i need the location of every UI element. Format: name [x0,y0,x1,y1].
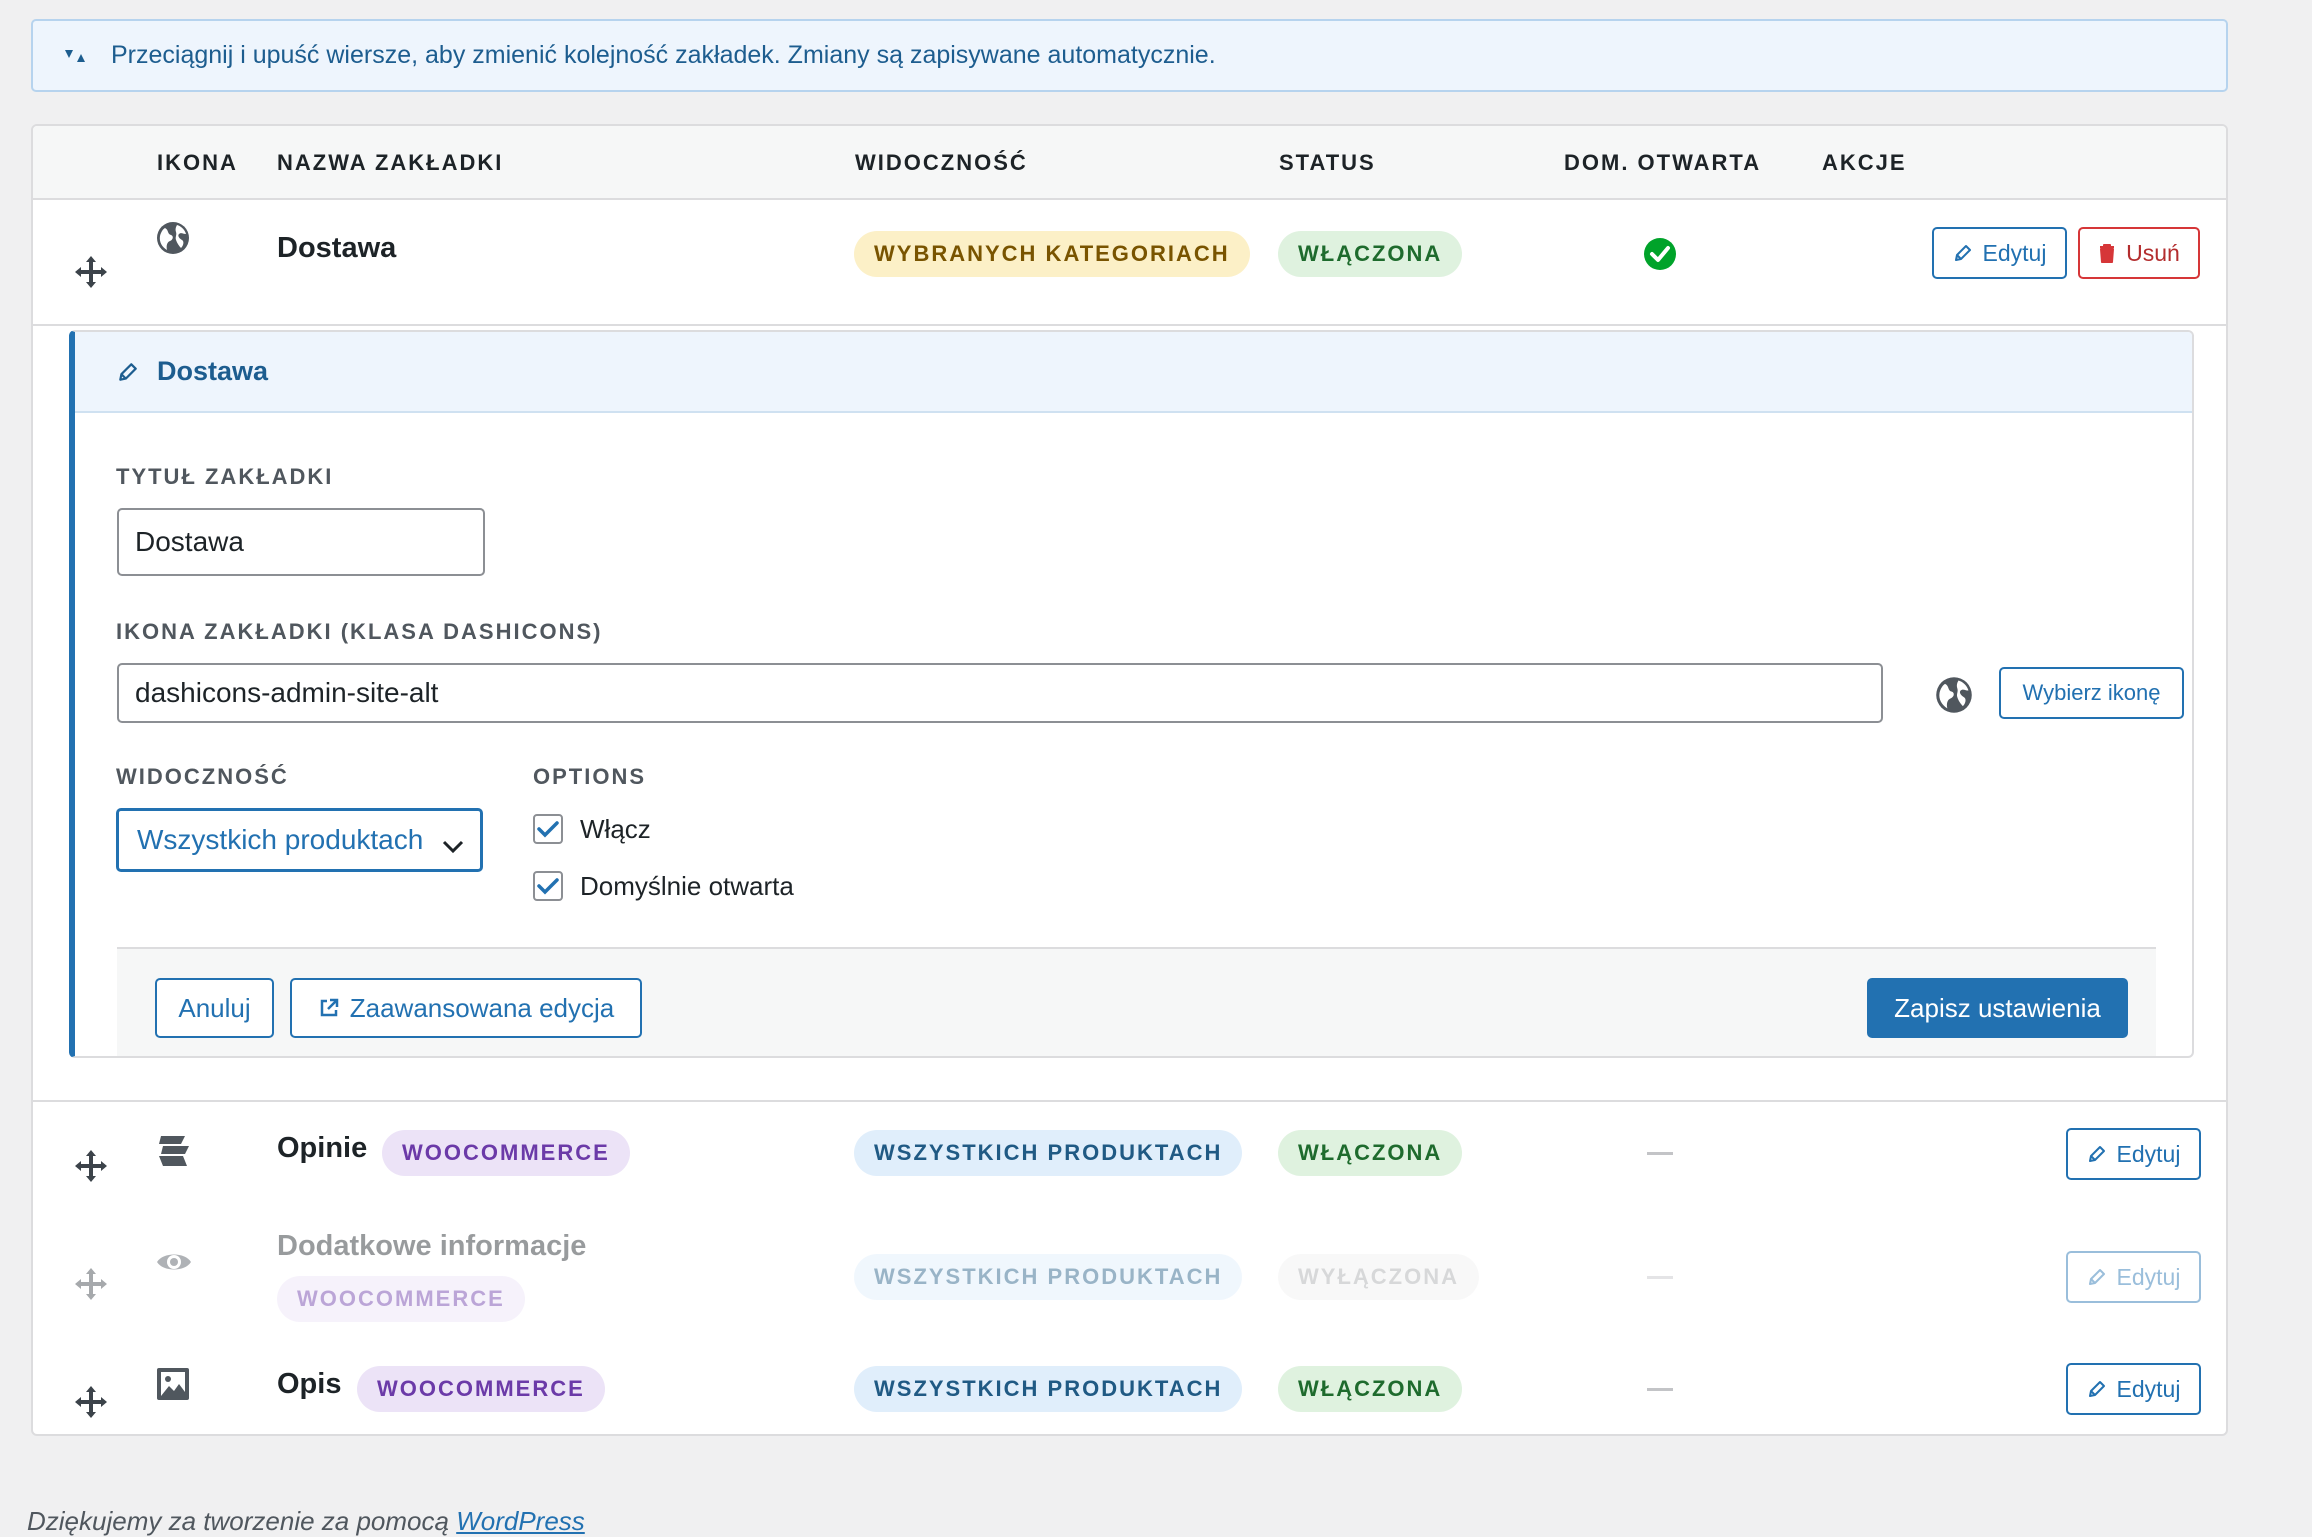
options-label: OPTIONS [533,764,647,789]
woocommerce-badge: WOOCOMMERCE [357,1366,605,1412]
default-open-checkbox[interactable] [533,871,563,901]
title-input[interactable] [117,508,485,576]
globe-icon [1934,675,1974,720]
eye-icon [155,1248,193,1281]
default-open-none [1647,1388,1673,1391]
visibility-select-value: Wszystkich produktach [137,824,424,855]
pencil-icon [2088,1146,2105,1162]
enable-checkbox[interactable] [533,814,563,844]
table-row-dostawa: Dostawa WYBRANYCH KATEGORIACH WŁĄCZONA E… [33,200,2226,326]
pencil-icon [2088,1269,2105,1285]
pencil-icon [2088,1381,2105,1397]
save-settings-button[interactable]: Zapisz ustawienia [1867,978,2128,1038]
drag-handle-icon[interactable] [73,1384,109,1425]
cancel-button[interactable]: Anuluj [155,978,274,1038]
woocommerce-badge: WOOCOMMERCE [277,1276,525,1322]
default-open-none [1647,1152,1673,1155]
status-badge: WŁĄCZONA [1278,1366,1463,1412]
choose-icon-button[interactable]: Wybierz ikonę [1999,667,2184,719]
checkmark-icon [537,878,559,895]
tab-editor-panel: Dostawa TYTUŁ ZAKŁADKI IKONA ZAKŁADKI (K… [69,330,2194,1058]
icon-field-label: IKONA ZAKŁADKI (KLASA DASHICONS) [116,619,603,644]
icon-class-input[interactable] [117,663,1883,723]
delete-button-label: Usuń [2126,239,2180,266]
visibility-badge: WYBRANYCH KATEGORIACH [854,231,1250,277]
header-status: STATUS [1279,150,1376,175]
table-row-dodatkowe-informacje: Dodatkowe informacje WOOCOMMERCE WSZYSTK… [33,1214,2226,1344]
advanced-edit-button[interactable]: Zaawansowana edycja [290,978,642,1038]
external-link-icon [320,998,338,1017]
footer-credit: Dziękujemy za tworzenie za pomocą WordPr… [27,1506,585,1537]
status-badge: WŁĄCZONA [1278,1130,1463,1176]
edit-button-label: Edytuj [1982,239,2047,266]
header-name: NAZWA ZAKŁADKI [277,150,504,175]
drag-handle-icon[interactable] [73,1148,109,1189]
edit-button[interactable]: Edytuj [2066,1251,2201,1303]
tab-name: Dostawa [277,232,397,264]
editor-header: Dostawa [75,332,2192,413]
visibility-badge: WSZYSTKICH PRODUKTACH [854,1130,1243,1176]
check-circle-icon [1643,237,1677,276]
tab-name: Opinie [277,1132,368,1164]
visibility-select[interactable]: Wszystkich produktach [116,808,483,872]
collapse-toggle-icon[interactable] [63,47,91,65]
image-icon [155,1366,191,1407]
checkmark-icon [537,821,559,838]
edit-button-label: Edytuj [2116,1375,2181,1402]
header-visibility: WIDOCZNOŚĆ [855,150,1028,175]
table-header: IKONA NAZWA ZAKŁADKI WIDOCZNOŚĆ STATUS D… [33,126,2226,200]
pencil-icon [1954,245,1971,261]
status-badge: WYŁĄCZONA [1278,1254,1479,1300]
header-default-open: DOM. OTWARTA [1564,150,1762,175]
edit-button-label: Edytuj [2116,1263,2181,1290]
enable-checkbox-label: Włącz [580,814,651,844]
edit-button-label: Edytuj [2116,1140,2181,1167]
status-badge: WŁĄCZONA [1278,231,1463,277]
visibility-badge: WSZYSTKICH PRODUKTACH [854,1366,1243,1412]
info-notice: Przeciągnij i upuść wiersze, aby zmienić… [31,19,2228,92]
edit-button[interactable]: Edytuj [2066,1363,2201,1415]
tabs-table: IKONA NAZWA ZAKŁADKI WIDOCZNOŚĆ STATUS D… [31,124,2228,1436]
editor-footer: Anuluj Zaawansowana edycja Zapisz ustawi… [117,947,2156,1056]
table-row-opinie: Opinie WOOCOMMERCE WSZYSTKICH PRODUKTACH… [33,1102,2226,1214]
chevron-down-icon [442,829,464,861]
default-open-checkbox-label: Domyślnie otwarta [580,871,794,901]
delete-button[interactable]: Usuń [2078,227,2200,279]
notice-text: Przeciągnij i upuść wiersze, aby zmienić… [111,41,1216,69]
default-open-none [1647,1276,1673,1279]
header-icon: IKONA [157,150,238,175]
drag-handle-icon[interactable] [73,254,109,295]
visibility-field-label: WIDOCZNOŚĆ [116,764,289,789]
edit-button[interactable]: Edytuj [2066,1128,2201,1180]
trash-icon [2100,244,2115,263]
table-row-opis: Opis WOOCOMMERCE WSZYSTKICH PRODUKTACH W… [33,1344,2226,1434]
tab-name: Dodatkowe informacje [277,1230,587,1262]
footer-credit-text: Dziękujemy za tworzenie za pomocą [27,1506,449,1536]
edit-button[interactable]: Edytuj [1932,227,2067,279]
visibility-badge: WSZYSTKICH PRODUKTACH [854,1254,1243,1300]
drag-handle-icon[interactable] [73,1266,109,1307]
reviews-icon [155,1132,193,1175]
tab-name: Opis [277,1368,342,1400]
woocommerce-badge: WOOCOMMERCE [382,1130,630,1176]
pencil-icon [119,362,137,381]
title-field-label: TYTUŁ ZAKŁADKI [116,464,334,489]
wordpress-link[interactable]: WordPress [456,1506,585,1536]
header-actions: AKCJE [1822,150,1907,175]
globe-icon [155,220,191,261]
advanced-edit-label: Zaawansowana edycja [349,992,615,1023]
editor-title: Dostawa [157,356,269,386]
